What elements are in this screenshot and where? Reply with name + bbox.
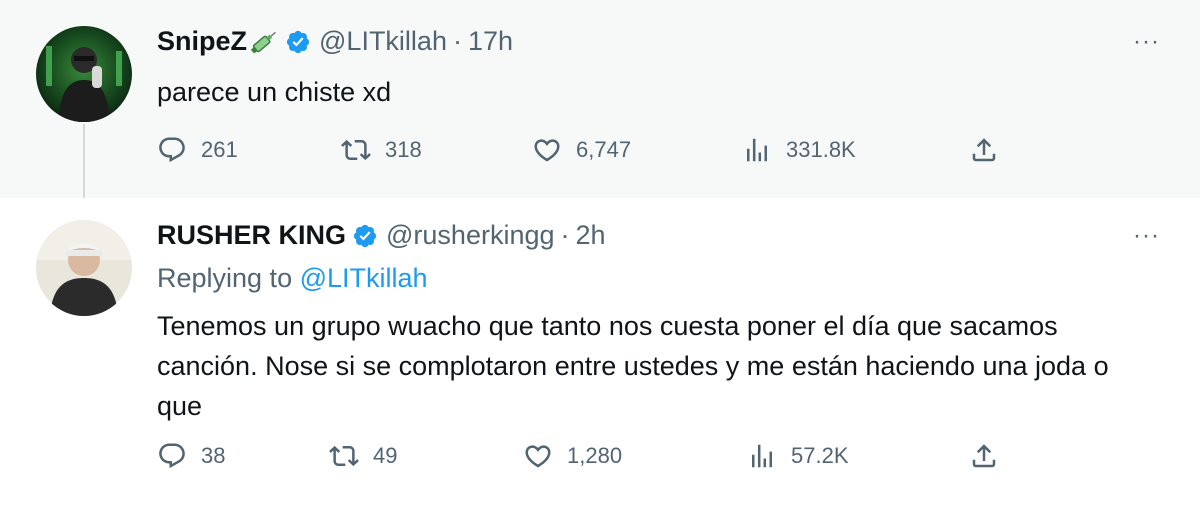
verified-badge-icon [352, 223, 378, 249]
avatar-rusherking[interactable] [36, 220, 132, 316]
views-button[interactable]: 57.2K [747, 441, 849, 471]
views-count: 57.2K [791, 443, 849, 468]
share-button[interactable] [969, 441, 999, 471]
tweet-parent[interactable]: SnipeZ @LITkillah · 17h ··· parece un ch… [0, 0, 1200, 198]
thread-connector-line [83, 124, 85, 202]
heart-icon [532, 135, 562, 165]
author-handle[interactable]: @LITkillah [319, 26, 447, 57]
retweet-count: 318 [385, 137, 422, 162]
verified-badge-icon [285, 29, 311, 55]
tweet-header: RUSHER KING @rusherkingg · 2h [157, 220, 606, 251]
retweet-button[interactable]: 49 [329, 441, 397, 471]
share-icon [969, 135, 999, 165]
reply-icon [157, 441, 187, 471]
views-chart-icon [747, 441, 777, 471]
share-button[interactable] [969, 135, 999, 165]
reply-button[interactable]: 38 [157, 441, 225, 471]
tweet-text: parece un chiste xd [157, 77, 392, 107]
views-chart-icon [742, 135, 772, 165]
heart-icon [523, 441, 553, 471]
author-handle[interactable]: @rusherkingg [386, 220, 555, 251]
replying-to: Replying to @LITkillah [157, 263, 428, 294]
like-count: 1,280 [567, 443, 623, 468]
reply-button[interactable]: 261 [157, 135, 238, 165]
reply-count: 261 [201, 137, 238, 162]
syringe-icon [249, 29, 279, 55]
reply-count: 38 [201, 443, 226, 468]
tweet-text: Tenemos un grupo wuacho que tanto nos cu… [157, 311, 1109, 421]
retweet-button[interactable]: 318 [341, 135, 422, 165]
replying-to-label: Replying to [157, 263, 293, 293]
reply-icon [157, 135, 187, 165]
separator-dot: · [452, 26, 462, 56]
author-name[interactable]: SnipeZ [157, 26, 247, 57]
retweet-count: 49 [373, 443, 398, 468]
retweet-icon [329, 441, 359, 471]
more-options-icon[interactable]: ··· [1133, 222, 1160, 250]
retweet-icon [341, 135, 371, 165]
views-count: 331.8K [786, 137, 856, 162]
tweet-header: SnipeZ @LITkillah · 17h [157, 26, 513, 57]
like-count: 6,747 [576, 137, 632, 162]
views-button[interactable]: 331.8K [742, 135, 856, 165]
timestamp[interactable]: 17h [468, 26, 513, 57]
action-bar: 261 318 6,747 331.8K [157, 135, 1017, 175]
share-icon [969, 441, 999, 471]
avatar-snipez[interactable] [36, 26, 132, 122]
replying-to-handle-link[interactable]: @LITkillah [300, 263, 428, 293]
more-options-icon[interactable]: ··· [1133, 28, 1160, 56]
separator-dot: · [560, 220, 570, 250]
action-bar: 38 49 1,280 57.2K [157, 441, 1017, 481]
author-name[interactable]: RUSHER KING [157, 220, 346, 251]
like-button[interactable]: 1,280 [523, 441, 622, 471]
timestamp[interactable]: 2h [576, 220, 606, 251]
like-button[interactable]: 6,747 [532, 135, 631, 165]
